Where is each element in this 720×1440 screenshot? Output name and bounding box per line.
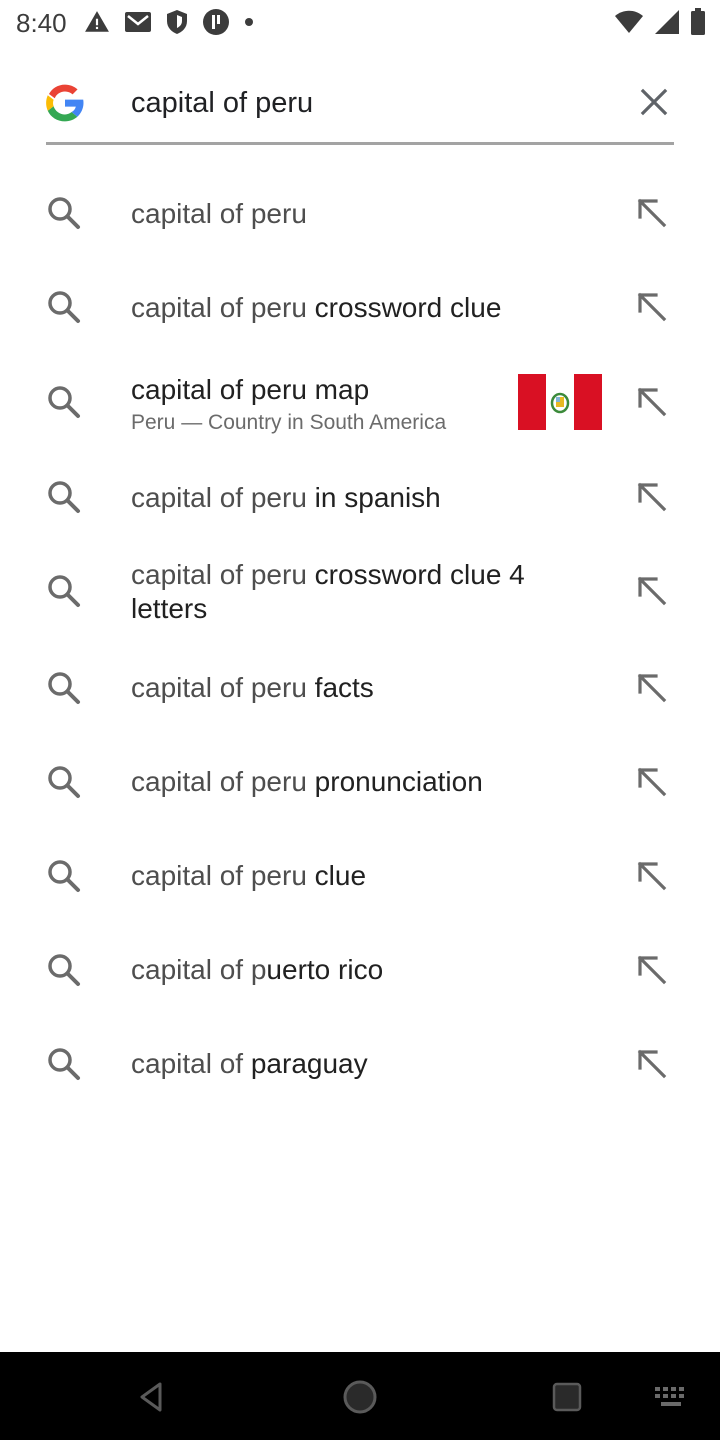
suggestion-subtitle: Peru — Country in South America <box>131 411 447 434</box>
search-underline <box>46 142 674 145</box>
suggestion-item[interactable]: capital of peru map Peru — Country in So… <box>0 353 720 447</box>
google-logo-icon <box>46 84 84 122</box>
suggestion-text: capital of paraguay <box>131 1048 368 1079</box>
dot-icon <box>245 18 253 26</box>
suggestion-item[interactable]: capital of puerto rico <box>0 921 720 1015</box>
suggestion-text: capital of peru crossword clue 4 <box>131 559 525 590</box>
fill-query-arrow-icon[interactable] <box>632 950 672 990</box>
search-icon <box>48 481 80 513</box>
fill-query-arrow-icon[interactable] <box>632 1044 672 1084</box>
back-button[interactable] <box>126 1372 176 1422</box>
suggestion-text: capital of peru clue <box>131 860 367 891</box>
suggestion-text: capital of peru pronunciation <box>131 766 483 797</box>
suggestion-item[interactable]: capital of paraguay <box>0 1015 720 1109</box>
signal-icon <box>655 10 679 34</box>
system-icons <box>614 6 706 38</box>
battery-icon <box>691 8 705 35</box>
suggestion-text: capital of peru <box>131 198 307 229</box>
suggestion-text: capital of peru facts <box>131 672 374 703</box>
fill-query-arrow-icon[interactable] <box>632 762 672 802</box>
search-bar <box>0 60 720 150</box>
keyboard-icon <box>655 1387 684 1406</box>
clear-search-button[interactable] <box>630 78 678 126</box>
fill-query-arrow-icon[interactable] <box>632 668 672 708</box>
suggestion-item[interactable]: capital of peru clue <box>0 827 720 921</box>
fill-query-arrow-icon[interactable] <box>632 571 672 611</box>
suggestion-text: capital of peru map <box>131 374 370 405</box>
shield-icon <box>167 10 187 34</box>
search-input[interactable] <box>131 80 611 126</box>
suggestion-item[interactable]: capital of peru crossword clue <box>0 259 720 353</box>
suggestion-item[interactable]: capital of peru crossword clue 4 letters <box>0 541 720 641</box>
recents-button[interactable] <box>542 1372 592 1422</box>
search-icon <box>48 672 80 704</box>
suggestion-text: capital of peru crossword clue <box>131 292 502 323</box>
back-icon <box>140 1382 162 1412</box>
gmail-icon <box>125 12 151 32</box>
suggestion-text-line2: letters <box>131 593 208 624</box>
wifi-icon <box>615 10 643 33</box>
search-icon <box>48 954 80 986</box>
navigation-bar <box>0 1352 720 1440</box>
search-icon <box>48 1048 80 1080</box>
close-icon <box>640 88 668 116</box>
notification-icons <box>84 6 254 38</box>
fill-query-arrow-icon[interactable] <box>632 287 672 327</box>
play-icon <box>203 9 229 35</box>
peru-flag-thumbnail <box>518 374 602 430</box>
fill-query-arrow-icon[interactable] <box>632 193 672 233</box>
suggestion-text: capital of puerto rico <box>131 954 384 985</box>
search-icon <box>48 386 80 418</box>
search-icon <box>48 766 80 798</box>
search-icon <box>48 197 80 229</box>
suggestion-item[interactable]: capital of peru in spanish <box>0 447 720 541</box>
home-icon <box>343 1380 377 1414</box>
status-time: 8:40 <box>16 8 67 38</box>
suggestion-text: capital of peru in spanish <box>131 482 441 513</box>
suggestion-item[interactable]: capital of peru facts <box>0 639 720 733</box>
fill-query-arrow-icon[interactable] <box>632 856 672 896</box>
status-bar: 8:40 <box>0 0 720 48</box>
search-icon <box>48 291 80 323</box>
alert-icon <box>85 11 109 32</box>
suggestion-item[interactable]: capital of peru pronunciation <box>0 733 720 827</box>
fill-query-arrow-icon[interactable] <box>632 382 672 422</box>
home-button[interactable] <box>335 1372 385 1422</box>
search-icon <box>48 860 80 892</box>
suggestion-item[interactable]: capital of peru <box>0 165 720 259</box>
search-icon <box>48 575 80 607</box>
keyboard-button[interactable] <box>646 1372 696 1422</box>
recents-icon <box>552 1382 582 1412</box>
fill-query-arrow-icon[interactable] <box>632 477 672 517</box>
